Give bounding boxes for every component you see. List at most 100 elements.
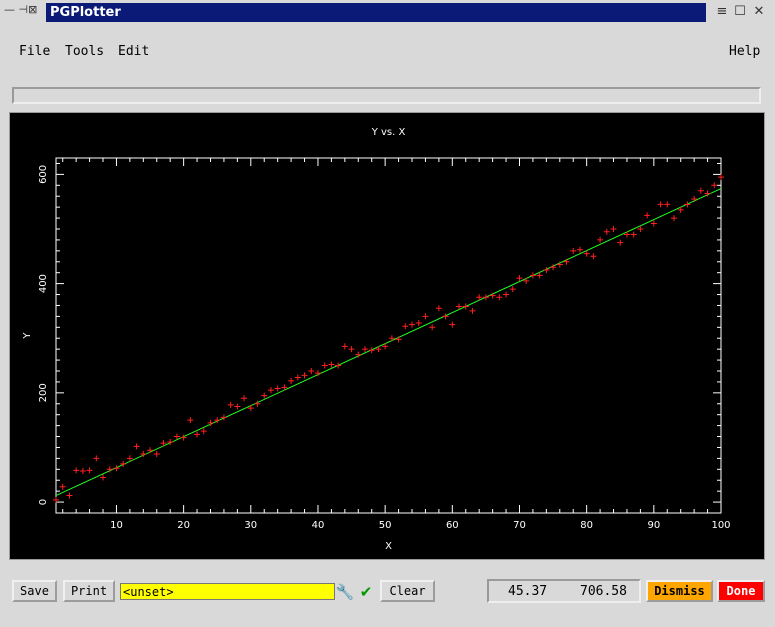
data-point [368,347,375,354]
data-point [597,236,604,243]
data-point [435,305,442,312]
data-point [610,226,617,232]
data-point [630,231,637,238]
window-menu-icon[interactable]: — ⊣⊠ [4,3,44,21]
x-tick-label: 80 [580,520,593,531]
data-point [409,321,416,328]
data-point [341,343,348,350]
data-point [650,220,657,227]
check-icon[interactable]: ✔ [356,582,376,602]
data-point [328,361,335,368]
data-point [348,346,355,353]
data-point [576,246,583,253]
data-point [274,385,281,392]
cursor-x: 45.37 [508,584,548,599]
plot-frame [55,157,722,514]
data-point [623,231,630,238]
data-point [375,346,382,353]
data-point [147,447,154,454]
chart-title: Y vs. X [371,127,406,138]
wrench-icon[interactable]: 🔧 [335,582,355,602]
clear-button[interactable]: Clear [380,580,435,602]
menu-file[interactable]: File [19,44,50,59]
data-point [718,174,724,181]
data-point [361,346,368,353]
command-entry[interactable]: <unset> [120,583,335,600]
data-point [523,277,530,284]
y-tick-label: 200 [38,383,49,402]
close-icon[interactable]: ✕ [751,4,767,20]
data-point [570,247,577,254]
data-point [462,303,469,310]
data-point [670,215,677,222]
window-title: PGPlotter [46,3,706,22]
scatter-chart: 10 20 30 40 50 60 70 80 90 100 0 200 400 600 Y vs. X X Y [22,127,731,552]
data-point [697,187,704,194]
data-point [429,324,436,331]
status-bar [12,87,761,104]
menu-edit[interactable]: Edit [118,44,149,59]
data-point [388,335,395,342]
x-tick-label: 10 [110,520,123,531]
data-point [529,272,536,279]
data-point [194,431,201,438]
y-tick-label: 600 [38,165,49,184]
data-point [100,474,107,481]
data-point [402,323,409,330]
data-point [711,182,718,189]
data-point [153,451,160,458]
x-axis-label: X [385,541,392,552]
data-point [684,201,691,208]
data-point [93,455,100,462]
x-tick-label: 60 [446,520,459,531]
x-tick-label: 70 [513,520,526,531]
x-tick-label: 100 [711,520,730,531]
data-point [590,253,597,260]
data-point [449,321,456,328]
data-point [79,467,86,474]
save-button[interactable]: Save [12,580,57,602]
data-point [603,228,610,235]
data-point [261,392,268,399]
x-tick-label: 40 [312,520,325,531]
y-tick-label: 400 [38,274,49,293]
data-point [301,372,308,379]
x-tick-label: 90 [647,520,660,531]
x-tick-label: 30 [244,520,257,531]
data-point [133,443,140,450]
data-point [395,336,402,343]
data-point [563,258,570,265]
data-point [200,428,207,435]
data-point [321,362,328,369]
data-point [644,212,651,219]
data-point [335,362,342,369]
maximize-icon[interactable]: ☐ [732,4,748,20]
data-point [86,467,93,474]
data-point [227,401,234,408]
data-point [294,374,301,381]
data-point [664,201,671,208]
data-point [415,319,422,326]
menu-bar: File Tools Edit Help [0,24,775,80]
data-point [234,403,241,410]
done-button[interactable]: Done [717,580,765,602]
data-point [308,368,315,374]
plot-canvas[interactable]: 10 20 30 40 50 60 70 80 90 100 0 200 400 600 Y vs. X X Y [9,112,765,560]
x-tick-label: 20 [177,520,190,531]
data-point [288,377,295,384]
x-tick-label: 50 [379,520,392,531]
menu-tools[interactable]: Tools [65,44,104,59]
shade-icon[interactable]: ≡ [714,4,730,20]
fit-line [55,188,722,496]
data-point [469,307,476,314]
dismiss-button[interactable]: Dismiss [646,580,713,602]
data-point [482,294,489,301]
data-point [241,395,248,402]
data-point [617,239,624,246]
cursor-y: 706.58 [580,584,627,599]
data-point [422,313,429,320]
print-button[interactable]: Print [63,580,115,602]
data-point [59,483,66,490]
menu-help[interactable]: Help [729,44,760,59]
title-bar: — ⊣⊠ PGPlotter ≡ ☐ ✕ [0,0,775,24]
